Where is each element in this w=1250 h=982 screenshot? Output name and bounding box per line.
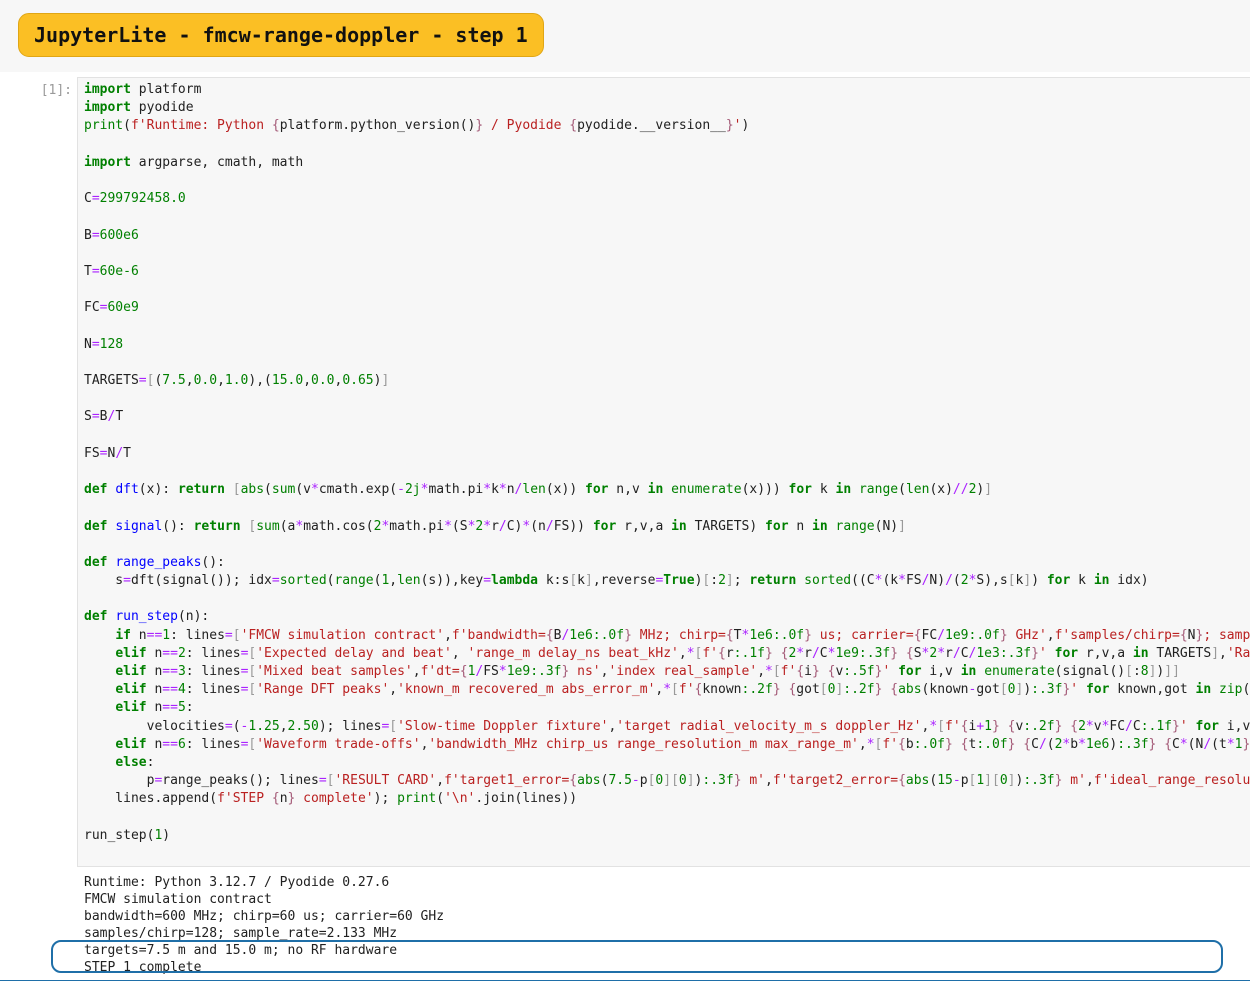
code-source[interactable]: import platform import pyodide print(f'Run… [84,81,1250,845]
code-line: def signal(): return [sum(a*math.cos(2*m… [84,518,906,534]
code-line: elif n==2: lines=['Expected delay and be… [115,645,1250,661]
output-line: FMCW simulation contract [84,892,272,907]
code-line: print(f'Runtime: Python {platform.python… [84,118,750,134]
code-line: FC=60e9 [84,300,139,316]
code-line: def dft(x): return [abs(sum(v*cmath.exp(… [84,482,993,498]
output-line: bandwidth=600 MHz; chirp=60 us; carrier=… [84,909,445,924]
output-line: STEP 1 complete [84,960,202,975]
cell-output-area: Runtime: Python 3.12.7 / Pyodide 0.27.6 F… [77,874,1250,982]
code-line: import platform [84,82,202,97]
code-cell-editor[interactable]: import platform import pyodide print(f'Run… [77,77,1250,867]
code-line: FS=N/T [84,445,131,461]
code-line: elif n==6: lines=['Waveform trade-offs',… [115,736,1250,752]
code-line: else: [115,754,155,770]
code-line: velocities=(-1.25,2.50); lines=['Slow-ti… [84,718,1250,734]
code-line: S=B/T [84,409,124,425]
code-line: s=dft(signal()); idx=sorted(range(1,len(… [84,573,1149,589]
code-line: B=600e6 [84,227,139,243]
code-line: elif n==5: [115,700,194,716]
output-line: targets=7.5 m and 15.0 m; no RF hardware [84,943,398,958]
top-bar: JupyterLite - fmcw-range-doppler - step … [0,0,1250,72]
code-line: run_step(1) [84,827,171,843]
code-line: if n==1: lines=['FMCW simulation contrac… [115,627,1250,643]
code-line: p=range_peaks(); lines=['RESULT CARD',f'… [84,773,1250,789]
code-line: import argparse, cmath, math [84,154,304,170]
code-line: elif n==4: lines=['Range DFT peaks','kno… [115,682,1250,698]
code-line: lines.append(f'STEP {n} complete'); prin… [84,791,578,807]
code-line: import pyodide [84,100,194,116]
cell-prompt: [1]: [40,83,72,98]
code-line: def range_peaks(): [84,554,225,570]
code-line: T=60e-6 [84,263,139,279]
notebook-page: JupyterLite - fmcw-range-doppler - step … [0,0,1250,982]
code-line: def run_step(n): [84,609,210,625]
code-line: N=128 [84,336,124,352]
bottom-divider [0,980,1250,981]
output-line: Runtime: Python 3.12.7 / Pyodide 0.27.6 [84,875,390,890]
output-line: samples/chirp=128; sample_rate=2.133 MHz [84,926,398,941]
code-line: elif n==3: lines=['Mixed beat samples',f… [115,664,1180,679]
notebook-title: JupyterLite - fmcw-range-doppler - step … [18,13,544,57]
code-line: TARGETS=[(7.5,0.0,1.0),(15.0,0.0,0.65)] [84,373,390,388]
cell-output: Runtime: Python 3.12.7 / Pyodide 0.27.6 F… [84,874,444,976]
code-line: C=299792458.0 [84,191,186,207]
